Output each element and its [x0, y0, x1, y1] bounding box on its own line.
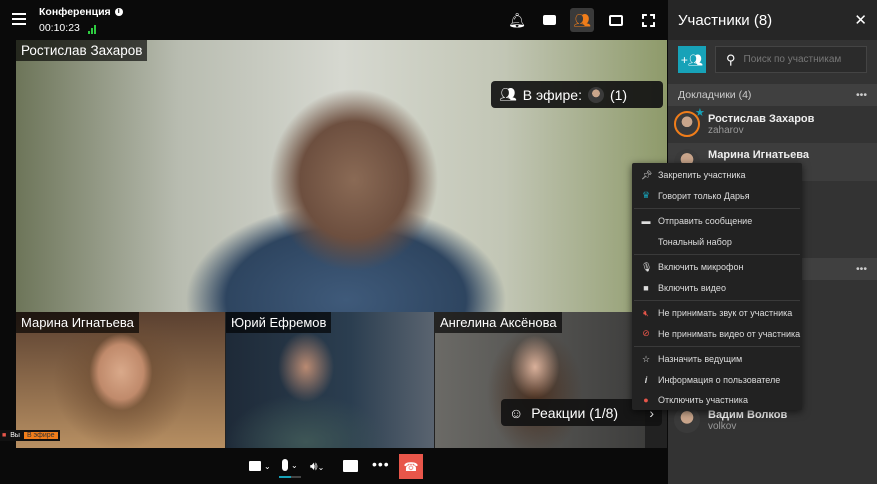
menu-block-video[interactable]: ⊘ Не принимать видео от участника: [632, 324, 802, 345]
menu-label: Тональный набор: [658, 236, 732, 247]
menu-label: Закрепить участника: [658, 170, 746, 181]
menu-enable-video[interactable]: ■ Включить видео: [632, 278, 802, 299]
menu-label: Отправить сообщение: [658, 216, 753, 227]
panel-header: Участники (8) ✕: [668, 0, 877, 40]
menu-kick[interactable]: ● Отключить участника: [632, 390, 802, 411]
participant-login: volkov: [708, 420, 737, 432]
video-tile[interactable]: Марина Игнатьева: [16, 312, 225, 448]
message-icon: ▬: [641, 216, 651, 227]
call-timer: 00:10:23: [39, 22, 80, 34]
menu-send-message[interactable]: ▬ Отправить сообщение: [632, 211, 802, 232]
on-air-indicator[interactable]: 👥︎ В эфире: (1): [491, 81, 663, 108]
section-more-icon[interactable]: •••: [856, 89, 867, 101]
avatar: [674, 407, 700, 433]
participant-context-menu: 📌︎ Закрепить участника ♛ Говорит только Да…: [632, 163, 802, 410]
star-outline-icon: ☆: [641, 353, 651, 364]
layout-icon[interactable]: [604, 8, 628, 32]
menu-label: Отключить участника: [658, 395, 748, 406]
mic-level-bar: [279, 476, 301, 478]
menu-make-host[interactable]: ☆ Назначить ведущим: [632, 349, 802, 370]
video-off-icon: ⊘: [642, 328, 650, 339]
participants-icon[interactable]: 👥︎: [570, 8, 594, 32]
self-view-badge: ■ Вы В эфире: [0, 430, 60, 441]
panel-title: Участники (8): [678, 11, 773, 29]
section-presenters: Докладчики (4) •••: [668, 84, 877, 106]
participant-item[interactable]: Ростислав Захаров zaharov ★: [668, 105, 877, 143]
microphone-icon: 🎙︎: [641, 261, 653, 272]
star-icon: ★: [695, 107, 705, 119]
menu-user-info[interactable]: i Информация о пользователе: [632, 370, 802, 391]
on-air-count: (1): [609, 86, 628, 103]
tile-name: Марина Игнатьева: [16, 312, 139, 333]
tile-name: Юрий Ефремов: [226, 312, 332, 333]
microphone-icon: [282, 459, 288, 471]
close-icon[interactable]: ✕: [854, 11, 867, 29]
conference-title: Конференция: [39, 6, 111, 18]
video-stage: Ростислав Захаров 👥︎ В эфире: (1) Марина…: [16, 40, 667, 448]
signal-strength-icon: [87, 25, 96, 34]
fullscreen-icon[interactable]: [636, 8, 660, 32]
call-controls: ⌄ ⌄ 🔊︎⌄ ••• ☎︎: [0, 448, 668, 484]
main-speaker-name: Ростислав Захаров: [16, 40, 148, 61]
menu-label: Включить микрофон: [658, 262, 744, 273]
video-tile[interactable]: Ангелина Аксёнова: [435, 312, 645, 448]
menu-label: Не принимать видео от участника: [658, 328, 801, 339]
microphone-button[interactable]: ⌄: [282, 459, 298, 471]
divider: [634, 254, 800, 255]
divider: [634, 208, 800, 209]
section-more-icon[interactable]: •••: [856, 263, 867, 275]
more-options-button[interactable]: •••: [372, 456, 390, 472]
main-video[interactable]: Ростислав Захаров 👥︎ В эфире: (1): [16, 40, 667, 312]
participant-search-input[interactable]: ⚲ Поиск по участникам: [715, 46, 867, 73]
hamburger-menu-icon[interactable]: [12, 13, 26, 25]
participant-name: Марина Игнатьева: [708, 149, 809, 161]
top-bar: Конференция i 00:10:23 🔔︎ 👥︎: [0, 0, 668, 40]
divider: [634, 300, 800, 301]
menu-label: Назначить ведущим: [658, 354, 743, 365]
menu-pin[interactable]: 📌︎ Закрепить участника: [632, 165, 802, 186]
menu-label: Говорит только Дарья: [658, 190, 750, 201]
invite-participant-button[interactable]: +👥︎: [678, 46, 706, 73]
crown-icon: ♛: [641, 190, 651, 201]
menu-only-speaker[interactable]: ♛ Говорит только Дарья: [632, 186, 802, 207]
on-air-label: В эфире:: [522, 86, 582, 103]
camera-icon: ■: [643, 282, 649, 293]
remove-user-icon: ●: [643, 395, 649, 406]
pin-icon: 📌︎: [641, 169, 653, 180]
chat-icon[interactable]: [537, 8, 561, 32]
info-icon[interactable]: i: [114, 8, 123, 16]
hang-up-button[interactable]: ☎︎: [399, 454, 423, 479]
reactions-label: Реакции (1/8): [531, 404, 619, 421]
smile-icon: ☺: [509, 404, 524, 421]
menu-block-audio[interactable]: 🔇︎ Не принимать звук от участника: [632, 303, 802, 324]
notifications-bell-icon[interactable]: 🔔︎: [505, 8, 529, 32]
speaker-button[interactable]: 🔊︎⌄: [310, 459, 324, 474]
section-title: Докладчики (4): [678, 89, 752, 101]
menu-label: Не принимать звук от участника: [658, 308, 793, 319]
camera-button[interactable]: ⌄: [249, 461, 271, 471]
video-tile[interactable]: Юрий Ефремов: [226, 312, 434, 448]
tile-name: Ангелина Аксёнова: [435, 312, 562, 333]
screen-share-button[interactable]: [343, 460, 358, 472]
participant-login: zaharov: [708, 124, 744, 136]
on-air-avatar: [587, 86, 604, 103]
search-icon: ⚲: [726, 51, 736, 67]
menu-enable-mic[interactable]: 🎙︎ Включить микрофон: [632, 257, 802, 278]
search-placeholder: Поиск по участникам: [743, 54, 842, 65]
people-icon: 👥︎: [499, 86, 517, 102]
camera-off-icon: ■: [2, 432, 7, 439]
speaker-off-icon: 🔇︎: [643, 307, 649, 318]
divider: [634, 346, 800, 347]
self-label: Вы: [10, 432, 20, 439]
info-icon: i: [644, 374, 648, 385]
participant-name: Ростислав Захаров: [708, 112, 815, 125]
self-status: В эфире: [23, 432, 58, 439]
menu-label: Включить видео: [658, 282, 726, 293]
menu-dtmf[interactable]: Тональный набор: [632, 232, 802, 253]
menu-label: Информация о пользователе: [658, 374, 781, 385]
